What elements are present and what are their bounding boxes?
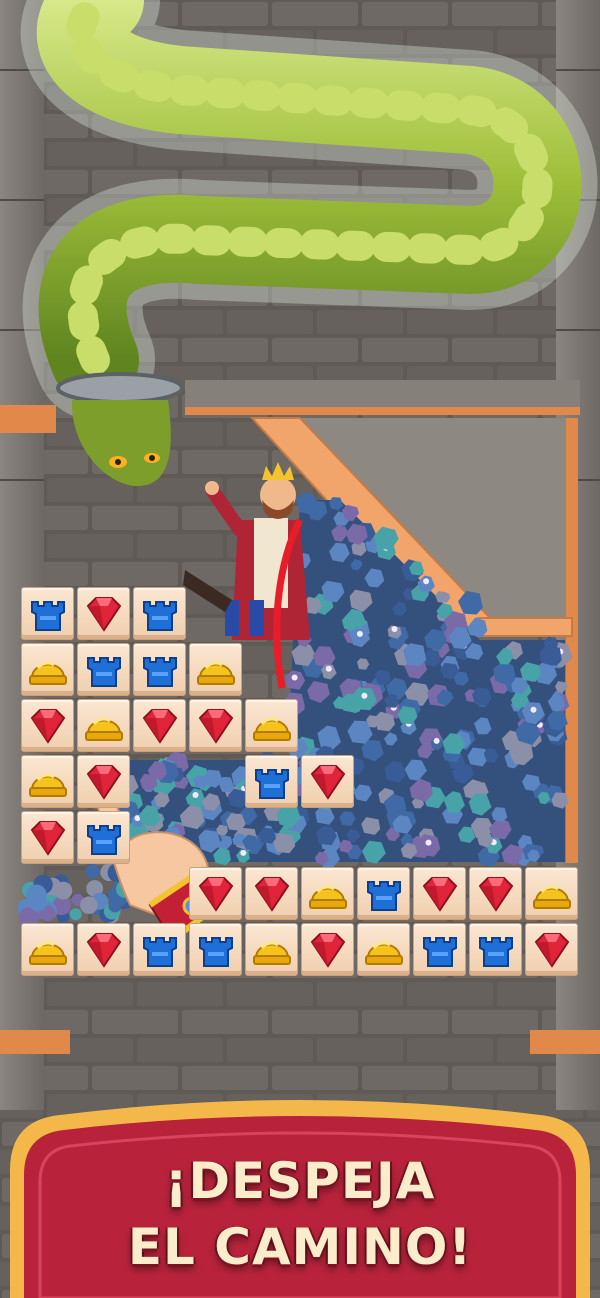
- lower-right-ledge: [530, 1030, 600, 1054]
- blue-tower-icon: [479, 937, 513, 967]
- rubble-rock: [80, 896, 98, 914]
- red-gem-icon: [86, 933, 122, 968]
- rubble-rock: [29, 894, 47, 912]
- board-tile[interactable]: [245, 867, 298, 920]
- board-tile[interactable]: [189, 923, 242, 976]
- yellow-helmet-icon: [365, 941, 403, 965]
- banner-line-2: EL CAMINO!: [127, 1218, 473, 1276]
- sparkle: [192, 792, 199, 798]
- red-gem-icon: [198, 709, 234, 744]
- board-tile[interactable]: [77, 587, 130, 640]
- board-tile[interactable]: [21, 699, 74, 752]
- lower-left-ledge: [0, 1030, 70, 1054]
- board-tile[interactable]: [77, 811, 130, 864]
- blue-tower-icon: [87, 825, 121, 855]
- sparkle: [325, 665, 332, 672]
- board-tile[interactable]: [413, 867, 466, 920]
- sparkle: [391, 626, 398, 632]
- yellow-helmet-icon: [85, 717, 123, 741]
- board-tile[interactable]: [525, 923, 578, 976]
- red-gem-icon: [30, 821, 66, 856]
- blue-tower-icon: [143, 657, 177, 687]
- board-tile[interactable]: [21, 811, 74, 864]
- rubble-rock: [54, 881, 73, 900]
- yellow-helmet-icon: [309, 885, 347, 909]
- board-tile[interactable]: [133, 643, 186, 696]
- red-gem-icon: [478, 877, 514, 912]
- sparkle: [425, 839, 432, 846]
- yellow-helmet-icon: [533, 885, 571, 909]
- yellow-helmet-icon: [29, 661, 67, 685]
- sparkle: [433, 737, 440, 744]
- red-gem-icon: [534, 933, 570, 968]
- board-tile[interactable]: [525, 867, 578, 920]
- board-tile[interactable]: [301, 867, 354, 920]
- board-tile[interactable]: [21, 587, 74, 640]
- board-tile[interactable]: [189, 699, 242, 752]
- blue-tower-icon: [367, 881, 401, 911]
- blue-tower-icon: [199, 937, 233, 967]
- red-gem-icon: [86, 765, 122, 800]
- yellow-helmet-icon: [253, 717, 291, 741]
- right-frame: [566, 418, 578, 863]
- board-tile[interactable]: [469, 867, 522, 920]
- board-tile[interactable]: [245, 699, 298, 752]
- blue-tower-icon: [31, 601, 65, 631]
- board-tile[interactable]: [357, 923, 410, 976]
- blue-tower-icon: [255, 769, 289, 799]
- yellow-helmet-icon: [253, 941, 291, 965]
- red-gem-icon: [86, 597, 122, 632]
- red-gem-icon: [310, 765, 346, 800]
- board-tile[interactable]: [77, 755, 130, 808]
- banner-title: ¡DESPEJA EL CAMINO!: [0, 1148, 600, 1280]
- board-tile[interactable]: [245, 923, 298, 976]
- board-tile[interactable]: [469, 923, 522, 976]
- board-tile[interactable]: [133, 699, 186, 752]
- sparkle: [530, 706, 537, 713]
- board-tile[interactable]: [189, 867, 242, 920]
- board-tile[interactable]: [77, 923, 130, 976]
- banner-line-1: ¡DESPEJA: [164, 1152, 436, 1210]
- board-tile[interactable]: [413, 923, 466, 976]
- yellow-helmet-icon: [29, 773, 67, 797]
- board-tile[interactable]: [133, 923, 186, 976]
- rubble-rock: [85, 864, 100, 879]
- sparkle: [291, 674, 298, 681]
- red-gem-icon: [142, 709, 178, 744]
- board-tile[interactable]: [357, 867, 410, 920]
- sparkle: [361, 692, 368, 699]
- board-tile[interactable]: [21, 755, 74, 808]
- red-gem-icon: [30, 709, 66, 744]
- board-tile[interactable]: [133, 587, 186, 640]
- left-ledge: [0, 405, 56, 433]
- board-tile[interactable]: [21, 923, 74, 976]
- red-gem-icon: [310, 933, 346, 968]
- blue-tower-icon: [423, 937, 457, 967]
- blue-tower-icon: [143, 937, 177, 967]
- red-gem-icon: [254, 877, 290, 912]
- board-tile[interactable]: [301, 923, 354, 976]
- board-tile[interactable]: [189, 643, 242, 696]
- sparkle: [423, 578, 430, 585]
- board-tile[interactable]: [245, 755, 298, 808]
- red-gem-icon: [422, 877, 458, 912]
- blue-tower-icon: [143, 601, 177, 631]
- board-tile[interactable]: [77, 699, 130, 752]
- sparkle: [240, 849, 247, 856]
- sparkle: [356, 630, 363, 637]
- red-gem-icon: [198, 877, 234, 912]
- board-tile[interactable]: [77, 643, 130, 696]
- yellow-helmet-icon: [197, 661, 235, 685]
- yellow-helmet-icon: [29, 941, 67, 965]
- rubble-rock: [69, 908, 82, 921]
- board-tile[interactable]: [301, 755, 354, 808]
- blue-tower-icon: [87, 657, 121, 687]
- board-tile[interactable]: [21, 643, 74, 696]
